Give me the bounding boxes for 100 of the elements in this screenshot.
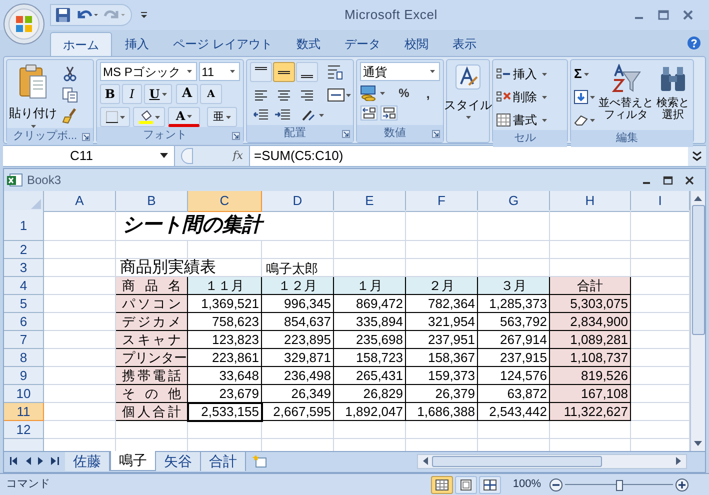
- page-break-view-icon[interactable]: [482, 478, 497, 490]
- vertical-align-button[interactable]: [250, 62, 272, 82]
- column-header[interactable]: F: [406, 191, 478, 212]
- sheet-tab[interactable]: 鳴子: [110, 450, 156, 470]
- help-icon[interactable]: [687, 36, 701, 50]
- spreadsheet-cell[interactable]: [334, 210, 406, 241]
- dropdown-arrow-icon[interactable]: [186, 70, 192, 73]
- italic-button[interactable]: I: [122, 84, 142, 104]
- dropdown-arrow-icon[interactable]: [187, 114, 192, 118]
- ribbon-tab[interactable]: ページ レイアウト: [162, 32, 284, 56]
- first-sheet-icon[interactable]: [10, 457, 18, 465]
- previous-sheet-icon[interactable]: [25, 457, 31, 465]
- view-button[interactable]: [454, 476, 477, 494]
- formula-divider-handle[interactable]: [181, 148, 193, 164]
- spreadsheet-cell[interactable]: [116, 241, 188, 259]
- row-header[interactable]: 12: [4, 421, 44, 439]
- row-header[interactable]: 6: [4, 313, 44, 331]
- cells-menu-button[interactable]: 削除: [496, 87, 547, 107]
- spreadsheet-cell[interactable]: [44, 421, 116, 439]
- spreadsheet-cell[interactable]: [44, 241, 116, 259]
- sort-filter-icon[interactable]: [611, 64, 641, 94]
- zoom-slider[interactable]: [565, 478, 673, 492]
- row-header[interactable]: 11: [4, 403, 44, 421]
- insert-cells-icon[interactable]: [496, 67, 511, 81]
- ribbon-tab[interactable]: 校閲: [393, 32, 440, 56]
- zoom-out-icon[interactable]: [549, 478, 563, 492]
- ribbon-tab[interactable]: データ: [333, 32, 392, 56]
- font-size-field[interactable]: 11: [198, 62, 240, 81]
- underline-button[interactable]: U: [144, 84, 172, 104]
- dropdown-arrow-icon[interactable]: [230, 70, 235, 73]
- shrink-font-button[interactable]: A: [200, 84, 222, 104]
- name-box[interactable]: C11: [3, 146, 175, 166]
- align-left-icon[interactable]: [254, 88, 268, 102]
- row-header[interactable]: 5: [4, 295, 44, 313]
- scroll-left-icon[interactable]: [422, 457, 428, 465]
- close-icon[interactable]: [685, 176, 694, 184]
- spreadsheet-cell[interactable]: [44, 210, 116, 241]
- row-header[interactable]: 3: [4, 259, 44, 277]
- spreadsheet-cell[interactable]: [116, 421, 188, 439]
- dropdown-arrow-icon[interactable]: [154, 116, 160, 118]
- spreadsheet-cell[interactable]: [188, 421, 262, 439]
- row-header[interactable]: 9: [4, 367, 44, 385]
- paste-button[interactable]: 貼り付け: [10, 62, 56, 128]
- spreadsheet-cell[interactable]: [550, 421, 631, 439]
- spreadsheet-cell[interactable]: [334, 421, 406, 439]
- view-button[interactable]: [430, 476, 453, 494]
- align-center-icon[interactable]: [277, 88, 291, 102]
- decrease-indent-icon[interactable]: [253, 108, 269, 122]
- ribbon-tab[interactable]: 挿入: [114, 32, 160, 56]
- cells-menu-button[interactable]: 書式: [496, 110, 547, 130]
- text-orientation-icon[interactable]: [301, 108, 325, 122]
- sheet-tab[interactable]: 佐藤: [65, 452, 110, 470]
- ribbon-tab[interactable]: 表示: [441, 32, 488, 56]
- normal-view-icon[interactable]: [434, 478, 449, 490]
- spreadsheet-cell[interactable]: [262, 241, 334, 259]
- zoom-slider-thumb[interactable]: [616, 480, 623, 490]
- ribbon-tab[interactable]: ホーム: [50, 32, 112, 56]
- dialog-launcher-icon[interactable]: [432, 130, 440, 138]
- scroll-thumb[interactable]: [692, 205, 704, 335]
- increase-indent-icon[interactable]: [275, 108, 291, 122]
- decrease-decimal-icon[interactable]: [380, 105, 398, 121]
- vertical-scrollbar[interactable]: [690, 191, 705, 451]
- last-sheet-icon[interactable]: [51, 457, 59, 465]
- fill-color-button[interactable]: [133, 107, 165, 127]
- sort-filter-button[interactable]: 並べ替えとフィルタ: [598, 62, 654, 130]
- scroll-up-icon[interactable]: [694, 195, 702, 201]
- clipboard-icon[interactable]: [18, 64, 48, 100]
- row-header[interactable]: 8: [4, 349, 44, 367]
- font-color-button[interactable]: A: [168, 107, 200, 127]
- styles-icon[interactable]: [455, 64, 481, 90]
- brush-icon[interactable]: [62, 108, 78, 124]
- spreadsheet-cell[interactable]: [406, 241, 478, 259]
- spreadsheet-cell[interactable]: [188, 241, 262, 259]
- phonetic-button[interactable]: 亜: [207, 107, 237, 127]
- paint-bucket-icon[interactable]: [138, 110, 152, 124]
- fill-down-icon[interactable]: [574, 90, 588, 104]
- maximize-icon[interactable]: [658, 10, 669, 20]
- dialog-launcher-icon[interactable]: [342, 130, 350, 138]
- insert-sheet-icon[interactable]: [252, 454, 268, 468]
- column-header[interactable]: H: [550, 191, 631, 212]
- spreadsheet-cell[interactable]: [406, 421, 478, 439]
- column-header[interactable]: D: [262, 191, 334, 212]
- view-button[interactable]: [478, 476, 501, 494]
- dropdown-arrow-icon[interactable]: [120, 116, 124, 118]
- autosum-button[interactable]: Σ: [574, 64, 596, 84]
- row-header[interactable]: 7: [4, 331, 44, 349]
- increase-decimal-icon[interactable]: [360, 105, 378, 121]
- horizontal-scrollbar[interactable]: [417, 454, 687, 468]
- insert-function-button[interactable]: fx: [232, 148, 243, 164]
- scissors-icon[interactable]: [62, 66, 78, 82]
- dropdown-arrow-icon[interactable]: [160, 153, 168, 159]
- restore-icon[interactable]: [663, 176, 673, 184]
- column-header[interactable]: I: [631, 191, 690, 212]
- sheet-tab[interactable]: 合計: [201, 452, 246, 470]
- scroll-down-icon[interactable]: [694, 441, 702, 447]
- column-header[interactable]: E: [334, 191, 406, 212]
- grow-font-button[interactable]: A: [176, 84, 198, 104]
- zoom-level[interactable]: 100%: [512, 476, 541, 493]
- spreadsheet-cell[interactable]: [44, 259, 116, 277]
- dropdown-arrow-icon[interactable]: [430, 70, 435, 73]
